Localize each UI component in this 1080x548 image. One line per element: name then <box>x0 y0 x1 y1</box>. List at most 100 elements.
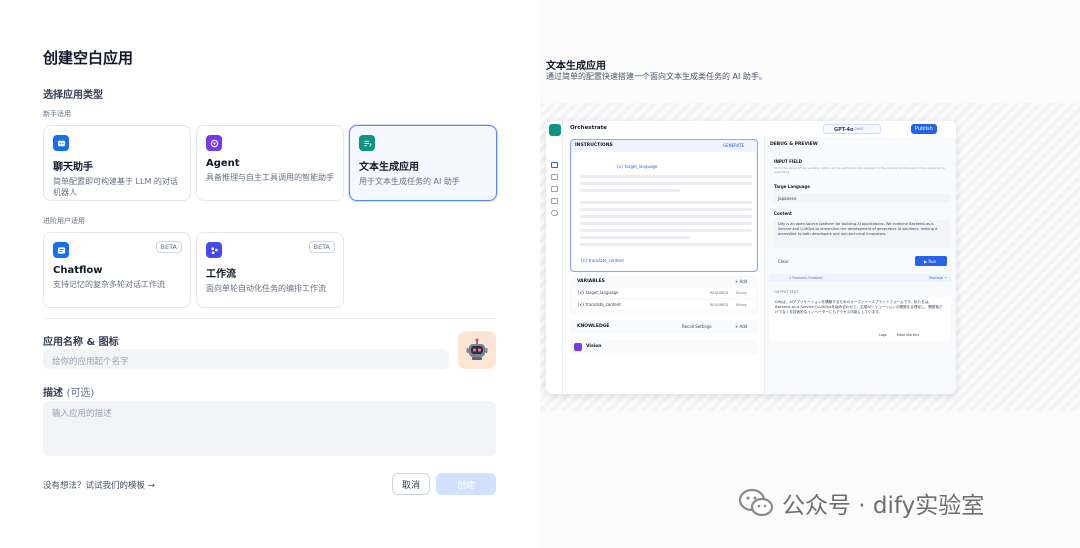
description-label-text: 描述 <box>43 388 63 399</box>
content-label: Content <box>774 211 792 216</box>
generate-label: GENERATE <box>723 143 745 148</box>
create-button[interactable]: 创建 <box>436 473 496 495</box>
instructions-editor: {x} target_language {x} translate_conten… <box>572 152 756 270</box>
variables-label: VARIABLES <box>577 279 605 284</box>
app-type-card-chat-assistant[interactable]: 聊天助手 简单配置即可构建基于 LLM 的对话机器人 <box>43 125 191 201</box>
description-optional: (可选) <box>66 388 95 399</box>
variable-row: {x} translate_content REQUIRED String <box>572 300 756 310</box>
watermark: 公众号 · dify实验室 <box>738 486 984 520</box>
instructions-box: INSTRUCTIONS GENERATE {x} target_languag… <box>570 139 758 272</box>
app-name-label: 应用名称 & 图标 <box>43 337 119 348</box>
variable-required: REQUIRED <box>710 290 729 295</box>
divider <box>43 318 496 319</box>
publish-button: Publish <box>911 124 937 134</box>
preview-screenshot: Orchestrate GPT-4o CHAT Publish INSTRUCT… <box>546 121 956 394</box>
nav-icon <box>551 186 558 192</box>
app-type-section-label: 选择应用类型 <box>43 90 103 101</box>
more-like-button: More like this <box>897 333 919 337</box>
app-type-card-text-generation[interactable]: 文本生成应用 用于文本生成任务的 AI 助手 <box>349 125 497 201</box>
app-type-card-chatflow[interactable]: BETA Chatflow 支持记忆的复杂多轮对话工作流 <box>43 232 191 308</box>
card-desc: 支持记忆的复杂多轮对话工作流 <box>53 280 165 289</box>
variable-type: String <box>736 302 747 307</box>
card-title: Chatflow <box>53 265 103 276</box>
target-language-select: Japanese <box>774 193 950 203</box>
card-title: Agent <box>206 158 240 169</box>
model-name: GPT-4o <box>834 126 854 133</box>
screenshot-sidebar <box>546 121 563 394</box>
debug-label: DEBUG & PREVIEW <box>770 142 818 147</box>
variable-row: {x} target_language REQUIRED String <box>572 288 756 298</box>
vision-section: Vision <box>570 340 758 354</box>
create-app-panel: 创建空白应用 选择应用类型 新手适用 聊天助手 简单配置即可构建基于 LLM 的… <box>0 0 540 548</box>
nav-icon <box>551 198 558 204</box>
beta-badge: BETA <box>155 241 182 253</box>
add-variable: + Add <box>735 279 748 284</box>
agent-icon <box>206 135 222 151</box>
card-desc: 具备推理与自主工具调用的智能助手 <box>206 173 334 182</box>
app-name-input[interactable]: 给你的应用起个名字 <box>43 349 449 369</box>
publish-label: Publish <box>915 126 933 132</box>
template-link[interactable]: 没有想法？试试我们的模板 → <box>43 479 155 491</box>
input-field-hint: Fill in the value of the variable, which… <box>774 166 945 174</box>
variable-name: {x} translate_content <box>577 302 621 307</box>
input-field-label: INPUT FIELD <box>774 159 802 164</box>
beginner-label: 新手适用 <box>43 110 71 118</box>
description-textarea[interactable]: 输入应用的描述 <box>43 401 496 456</box>
watermark-text: 公众号 · dify实验室 <box>782 493 985 519</box>
run-button: ▶ Run <box>915 256 947 266</box>
preview-description: 通过简单的配置快速搭建一个面向文本生成类任务的 AI 助手。 <box>546 72 767 81</box>
model-selector: GPT-4o CHAT <box>823 124 881 134</box>
var-target-language: {x} target_language <box>616 164 658 169</box>
knowledge-section: KNOWLEDGE Recall Settings + Add <box>570 320 758 334</box>
output-value: Difyは、AIアプリケーションを構築するためのオープンソースプラットフォームで… <box>775 300 943 314</box>
wechat-icon <box>738 488 774 518</box>
knowledge-label: KNOWLEDGE <box>577 324 610 329</box>
chat-bubble-icon <box>53 135 69 151</box>
model-badge: CHAT <box>854 127 864 131</box>
dialog-title: 创建空白应用 <box>43 49 134 67</box>
beta-badge: BETA <box>308 241 335 253</box>
clear-button: Clear <box>778 259 789 264</box>
cancel-button[interactable]: 取消 <box>392 473 430 495</box>
content-value: Dify is an open-source platform for buil… <box>778 222 938 236</box>
variable-type: String <box>736 290 747 295</box>
content-textarea: Dify is an open-source platform for buil… <box>774 220 950 248</box>
nav-icon <box>551 174 558 180</box>
vision-label: Vision <box>586 344 602 349</box>
instructions-label: INSTRUCTIONS <box>575 143 613 148</box>
add-knowledge: + Add <box>735 324 748 329</box>
card-desc: 简单配置即可构建基于 LLM 的对话机器人 <box>53 177 178 197</box>
variable-name: {x} target_language <box>577 290 619 295</box>
robot-icon <box>466 338 488 360</box>
advanced-label: 进阶用户适用 <box>43 217 85 225</box>
target-language-label: Targe Language <box>774 184 810 189</box>
card-title: 聊天助手 <box>53 162 93 173</box>
description-label: 描述 (可选) <box>43 384 94 399</box>
nav-icon <box>551 162 558 168</box>
vision-icon <box>574 343 582 351</box>
output-label: OUTPUT TEXT <box>774 290 799 294</box>
orchestrate-title: Orchestrate <box>570 125 607 131</box>
chatflow-icon <box>53 242 69 258</box>
output-box: Difyは、AIアプリケーションを構築するためのオープンソースプラットフォームで… <box>769 297 951 341</box>
features-enabled: 2 Features Enabled <box>789 275 823 280</box>
app-type-card-agent[interactable]: Agent 具备推理与自主工具调用的智能助手 <box>196 125 344 201</box>
app-logo-icon <box>549 124 561 136</box>
target-language-value: Japanese <box>778 195 797 201</box>
text-generation-icon <box>359 135 375 151</box>
variable-required: REQUIRED <box>710 302 729 307</box>
var-translate-content: {x} translate_content <box>580 258 624 263</box>
app-icon-picker[interactable] <box>458 331 496 369</box>
run-label: ▶ Run <box>924 258 937 264</box>
card-desc: 用于文本生成任务的 AI 助手 <box>359 177 460 186</box>
app-type-card-workflow[interactable]: BETA 工作流 面向单轮自动化任务的编排工作流 <box>196 232 344 308</box>
manage-link: Manage → <box>929 275 947 280</box>
preview-title: 文本生成应用 <box>546 61 606 72</box>
logs-button: Logs <box>879 333 887 337</box>
debug-preview-panel: DEBUG & PREVIEW INPUT FIELD Fill in the … <box>764 137 956 394</box>
nav-icon <box>551 210 558 216</box>
variables-section: VARIABLES + Add {x} target_language REQU… <box>570 276 758 314</box>
workflow-icon <box>206 242 222 258</box>
recall-settings: Recall Settings <box>682 324 712 329</box>
card-title: 文本生成应用 <box>359 162 419 173</box>
